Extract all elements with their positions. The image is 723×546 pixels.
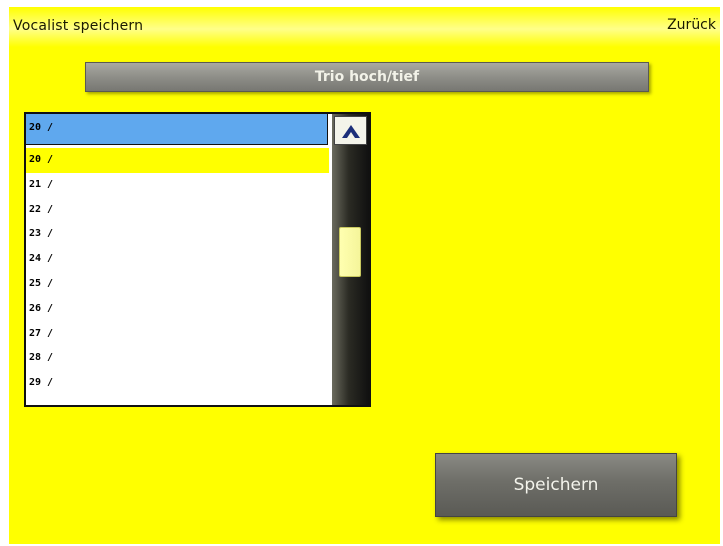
chevron-up-icon: [341, 124, 360, 138]
back-button[interactable]: Zurück: [667, 17, 716, 33]
scroll-up-button[interactable]: [334, 116, 367, 145]
list-item[interactable]: 20 /: [26, 148, 329, 173]
scrollbar[interactable]: [332, 114, 369, 405]
list-item[interactable]: 21 /: [26, 173, 329, 198]
list-item[interactable]: 23 /: [26, 222, 329, 247]
save-button[interactable]: Speichern: [435, 453, 677, 517]
screen-title: Vocalist speichern: [13, 18, 144, 34]
list-item[interactable]: 28 /: [26, 346, 329, 371]
screen: Vocalist speichern Zurück Trio hoch/tief…: [9, 7, 720, 544]
list-item[interactable]: 29 /: [26, 371, 329, 396]
list-selected-header[interactable]: 20 /: [26, 114, 328, 145]
vocalist-list: 20 / 20 / 21 / 22 / 23 / 24 / 25 / 26 / …: [24, 112, 371, 407]
list-item[interactable]: 27 /: [26, 322, 329, 347]
list-rows: 20 / 21 / 22 / 23 / 24 / 25 / 26 / 27 / …: [26, 148, 329, 396]
scroll-thumb[interactable]: [339, 227, 361, 278]
top-bar: Vocalist speichern Zurück: [9, 7, 720, 47]
preset-name-button[interactable]: Trio hoch/tief: [85, 62, 649, 92]
list-item[interactable]: 26 /: [26, 297, 329, 322]
list-item[interactable]: 24 /: [26, 247, 329, 272]
list-item[interactable]: 22 /: [26, 198, 329, 223]
list-item[interactable]: 25 /: [26, 272, 329, 297]
